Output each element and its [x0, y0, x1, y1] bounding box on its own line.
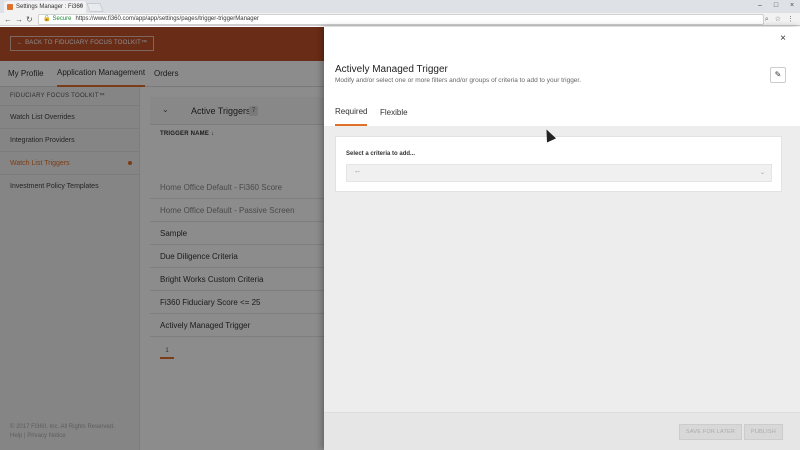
chevron-down-icon: ⌄	[759, 170, 765, 176]
toolbar-icons: ⌕ ☆ ⋮	[765, 13, 794, 26]
panel-title: Actively Managed Trigger	[335, 64, 448, 75]
criteria-label: Select a criteria to add...	[346, 151, 416, 157]
star-icon[interactable]: ☆	[775, 13, 781, 26]
window-close-icon[interactable]: ×	[784, 0, 800, 13]
maximize-icon[interactable]: □	[768, 0, 784, 13]
back-icon[interactable]: ←	[4, 13, 12, 26]
criteria-card: Select a criteria to add... -- ⌄	[335, 136, 782, 192]
forward-icon[interactable]: →	[15, 13, 23, 26]
panel-footer: SAVE FOR LATER PUBLISH	[324, 412, 800, 450]
new-tab-button[interactable]	[86, 3, 104, 12]
browser-toolbar: ← → ↻ 🔒 Secure https://www.fi360.com/app/a…	[0, 13, 800, 26]
zoom-icon[interactable]: ⌕	[765, 13, 769, 26]
tab-close-icon[interactable]: ×	[79, 1, 83, 13]
address-bar[interactable]: 🔒 Secure https://www.fi360.com/app/app/set…	[38, 14, 764, 25]
publish-button[interactable]: PUBLISH	[744, 424, 783, 440]
save-for-later-button[interactable]: SAVE FOR LATER	[679, 424, 743, 440]
tab-flexible[interactable]: Flexible	[380, 99, 408, 126]
modal-backdrop[interactable]	[0, 27, 324, 450]
panel-header: × Actively Managed Trigger Modify and/or…	[324, 27, 800, 126]
lock-icon: 🔒	[43, 16, 51, 22]
secure-label: Secure	[52, 16, 72, 22]
menu-icon[interactable]: ⋮	[787, 13, 794, 26]
browser-tab-title: Settings Manager : Fi360	[16, 4, 84, 10]
criteria-select-value: --	[355, 169, 360, 176]
window-controls: – □ ×	[752, 0, 800, 13]
browser-tab[interactable]: Settings Manager : Fi360 ×	[4, 1, 86, 13]
edit-pencil-icon[interactable]: ✎	[770, 67, 786, 83]
url-text: https://www.fi360.com/app/app/settings/p…	[75, 16, 259, 22]
trigger-edit-panel: × Actively Managed Trigger Modify and/or…	[324, 27, 800, 450]
criteria-select[interactable]: -- ⌄	[346, 164, 772, 182]
tab-required[interactable]: Required	[335, 99, 368, 126]
browser-tab-bar: Settings Manager : Fi360 × – □ ×	[0, 0, 800, 13]
minimize-icon[interactable]: –	[752, 0, 768, 13]
reload-icon[interactable]: ↻	[26, 13, 33, 26]
favicon-icon	[7, 4, 13, 10]
panel-subtitle: Modify and/or select one or more filters…	[335, 77, 582, 84]
close-icon[interactable]: ×	[780, 33, 786, 44]
